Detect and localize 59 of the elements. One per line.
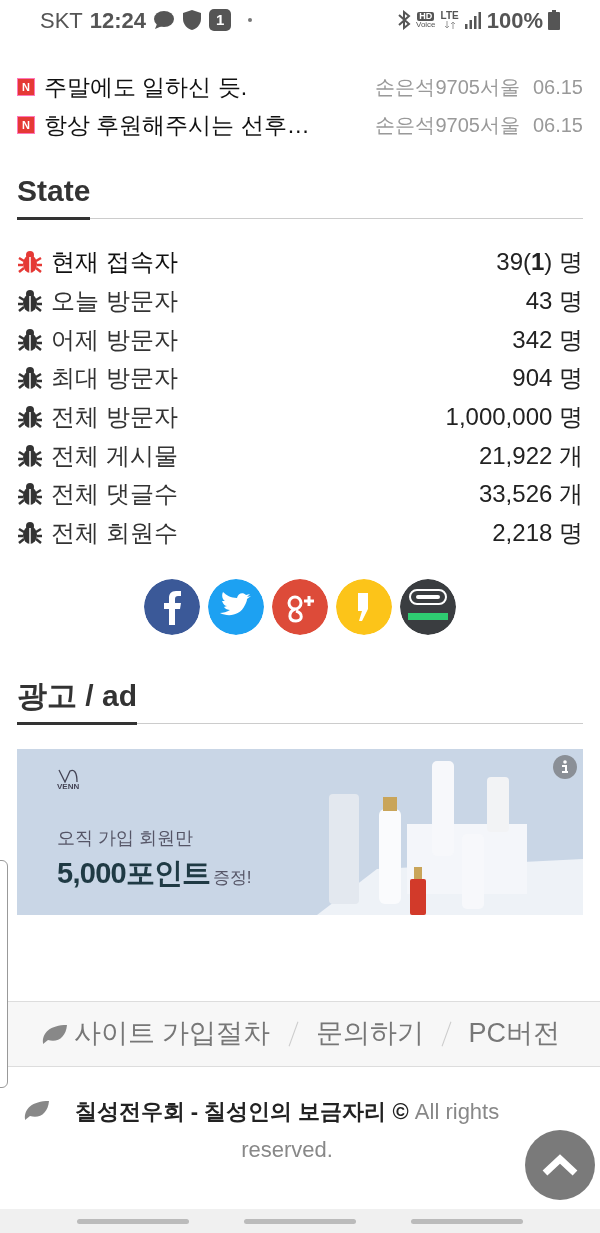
kakaostory-share-icon[interactable] bbox=[336, 578, 392, 635]
post-date: 06.15 bbox=[532, 75, 583, 100]
stat-value: 43 명 bbox=[525, 286, 583, 317]
signal-icon bbox=[463, 11, 482, 29]
stat-value: 1,000,000 명 bbox=[445, 402, 583, 433]
voice-label: Voice bbox=[416, 20, 436, 29]
stat-value: 904 명 bbox=[512, 363, 583, 394]
stat-label: 전체 댓글수 bbox=[51, 479, 179, 510]
post-title-link[interactable]: 항상 후원해주시는 선후… bbox=[44, 107, 376, 143]
bluetooth-icon bbox=[397, 10, 411, 30]
stat-value: 2,218 명 bbox=[492, 518, 583, 549]
brand-logo-icon bbox=[58, 768, 79, 783]
stat-label: 오늘 방문자 bbox=[51, 286, 179, 317]
data-arrows-icon bbox=[443, 21, 456, 29]
stat-label: 어제 방문자 bbox=[51, 324, 179, 355]
stat-value: 33,526 개 bbox=[478, 479, 583, 510]
ad-text: 증정! bbox=[212, 866, 252, 889]
new-badge: N bbox=[17, 116, 35, 134]
stat-label: 현재 접속자 bbox=[51, 247, 179, 278]
leaf-icon bbox=[40, 1022, 68, 1045]
stat-label: 전체 게시물 bbox=[51, 440, 179, 471]
nav-bar-handle[interactable] bbox=[244, 1218, 356, 1224]
carrier-label: SKT bbox=[40, 6, 83, 35]
band-share-icon[interactable] bbox=[400, 578, 456, 635]
leaf-icon bbox=[22, 1098, 50, 1121]
stat-label: 전체 방문자 bbox=[51, 402, 179, 433]
footer-link[interactable]: 사이트 가입절차 bbox=[40, 1013, 271, 1054]
stat-label: 전체 회원수 bbox=[51, 518, 179, 549]
post-author: 손은석9705서울 bbox=[375, 75, 520, 100]
chevron-up-icon bbox=[542, 1153, 578, 1177]
stat-value: 21,922 개 bbox=[478, 440, 583, 471]
notification-badge: 1 bbox=[209, 9, 232, 31]
ad-headline: 5,000포인트 bbox=[57, 855, 211, 891]
battery-icon bbox=[548, 10, 560, 30]
stat-value: 39(1) 명 bbox=[496, 247, 583, 278]
google-share-icon[interactable] bbox=[272, 578, 328, 635]
chat-bubble-icon bbox=[153, 10, 176, 30]
section-title: 광고 / ad bbox=[17, 672, 137, 725]
post-date: 06.15 bbox=[532, 113, 583, 138]
stat-label: 최대 방문자 bbox=[51, 363, 179, 394]
ad-text: 오직 가입 회원만 bbox=[57, 826, 194, 850]
copyright-text: 칠성전우회 - 칠성인의 보금자리 © All rights reserved. bbox=[73, 1097, 501, 1164]
clock-time: 12:24 bbox=[89, 6, 147, 35]
post-title-link[interactable]: 주말에도 일하신 듯. bbox=[44, 69, 376, 105]
brand-name: VENN bbox=[57, 782, 80, 791]
nav-bar-handle[interactable] bbox=[411, 1218, 523, 1224]
section-title: State bbox=[17, 168, 91, 220]
facebook-share-icon[interactable] bbox=[144, 578, 200, 635]
nav-bar-handle[interactable] bbox=[77, 1218, 189, 1224]
post-author: 손은석9705서울 bbox=[375, 113, 520, 138]
shield-icon bbox=[182, 9, 203, 31]
twitter-share-icon[interactable] bbox=[208, 578, 264, 635]
footer-link[interactable]: PC버전 bbox=[468, 1013, 560, 1054]
stat-value: 342 명 bbox=[512, 324, 583, 355]
hd-label: HD bbox=[417, 11, 435, 21]
footer-link[interactable]: 문의하기 bbox=[315, 1013, 424, 1054]
new-badge: N bbox=[17, 78, 35, 96]
battery-percent: 100% bbox=[486, 6, 543, 35]
network-label: LTE bbox=[440, 11, 459, 21]
